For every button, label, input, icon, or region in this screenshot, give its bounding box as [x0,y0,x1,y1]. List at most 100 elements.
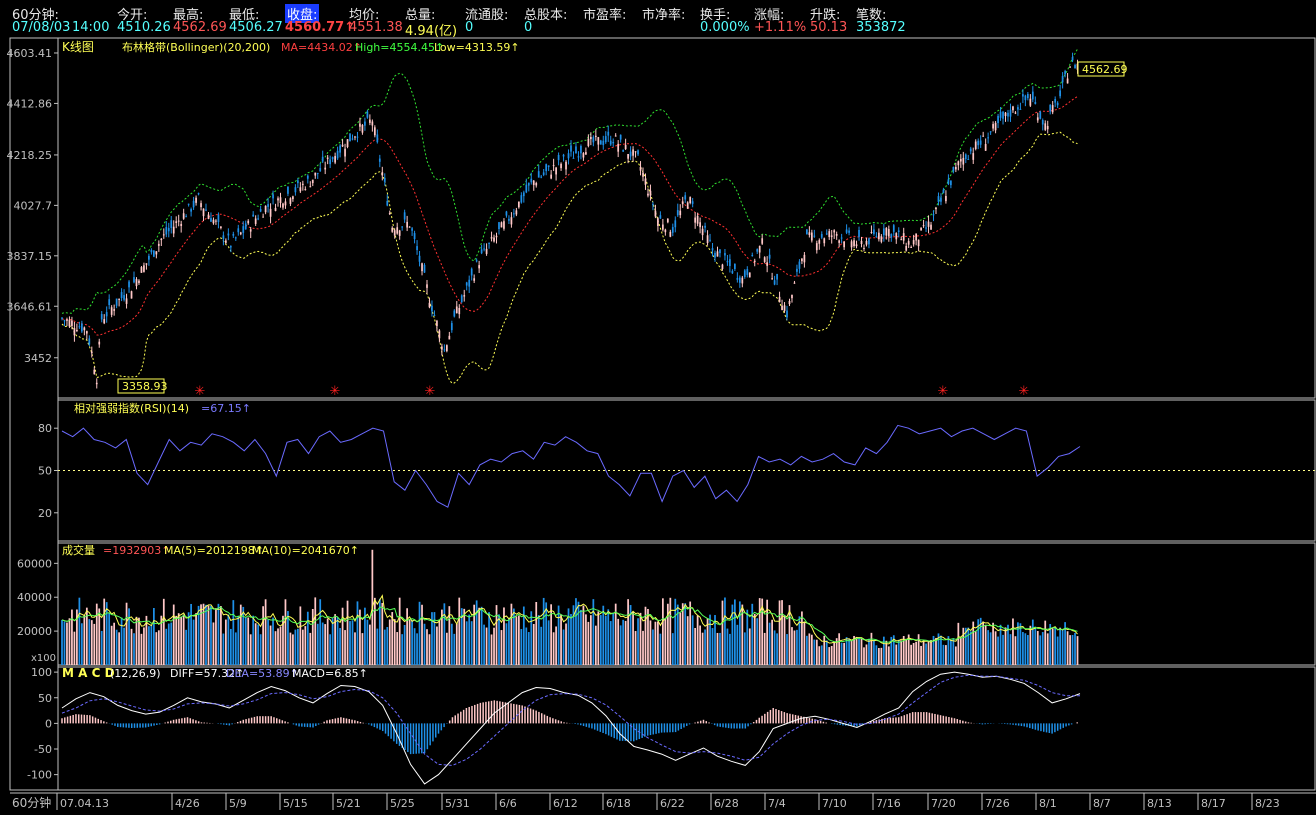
macd-tick-label-3: -50 [34,743,52,756]
volume-bar [262,606,264,665]
candle-body [815,243,818,251]
candle-body [937,196,940,202]
candle-body [900,239,903,241]
volume-bar [704,629,706,665]
date-label-18: 8/7 [1093,797,1111,810]
candle-body [319,168,322,172]
candle-body [1014,112,1017,114]
volume-bar [649,620,652,665]
candle-body [326,157,329,159]
volume-bar [664,618,667,665]
volume-bar [719,632,721,665]
candle-body [741,277,744,284]
bollinger-bands [61,48,1078,384]
candle-body [190,209,192,212]
volume-bar [289,632,292,665]
volume-bar [225,619,227,665]
candle-body [540,176,543,178]
volume-bar [488,612,490,665]
volume-bar [138,617,140,665]
volume-bar [997,636,999,665]
volume-bar [674,598,677,665]
candle-body [1059,90,1062,97]
volume-bar [143,627,145,665]
candle-body [215,220,217,222]
volume-bar [652,629,654,665]
volume-bar [773,630,776,665]
candle-body [604,136,607,143]
candle-body [823,238,826,244]
signal-marker-0: ✳ [195,384,206,399]
candle-body [666,218,669,223]
candle-body [969,148,972,152]
volume-bar [987,630,990,665]
candle-body [428,302,431,308]
candle-body [465,282,468,286]
candle-body [413,233,416,240]
candle-body [1036,117,1039,121]
candle-body [237,228,240,233]
volume-bar [167,623,170,665]
date-label-9: 6/18 [606,797,631,810]
volume-bar [157,630,160,665]
chart-canvas[interactable]: 80 50 20 60000 40000 20000 100 50 0 -50 -100 460… [0,0,1316,815]
candle-body [398,230,401,236]
volume-bar [373,597,376,665]
volume-bar [95,603,98,665]
candle-body [1024,95,1027,101]
volume-bar [557,605,560,665]
panel-frame-price [57,37,1316,399]
candle-body [468,279,471,287]
volume-bar [721,600,724,665]
macd-tick-label-2: 0 [45,717,52,730]
candle-body [329,159,332,165]
volume-bar [510,603,513,665]
volume-bar [349,621,351,665]
volume-bar [1007,624,1009,665]
candle-body [207,214,210,219]
volume-bar [133,633,135,665]
candle-body [801,258,803,262]
candle-body [267,204,269,207]
volume-bar [781,600,783,665]
candle-body [133,277,135,283]
candle-body [210,218,212,222]
volume-bar [609,621,612,665]
candle-body [661,224,664,230]
candle-body [773,280,776,285]
volume-bar [868,638,870,665]
candle-body [848,230,850,233]
candle-body [756,249,759,252]
candle-body [438,330,441,339]
volume-panel: 60000 40000 20000 [17,549,1079,665]
candle-body [820,234,823,238]
volume-bar [840,642,843,665]
candle-body [66,319,68,321]
volume-bar [386,627,389,665]
volume-bar [818,646,821,665]
candle-body [1009,109,1012,117]
candle-body [344,148,346,157]
candle-body [269,208,272,217]
volume-bar [736,624,739,665]
volume-bar [589,615,592,665]
candle-body [500,222,503,228]
candle-body [1056,102,1059,106]
volume-bar [959,637,962,665]
candle-body [1061,76,1064,83]
candle-body [505,211,508,216]
volume-bar [875,645,878,665]
volume-bar [1036,631,1039,665]
candle-body [684,195,687,200]
candle-body [644,178,647,185]
candle-body [170,220,173,228]
volume-bar [885,640,888,665]
candle-body [721,264,724,270]
candle-body [950,180,952,186]
volume-bar [88,619,91,665]
candle-body [614,135,617,137]
volume-bar [527,632,530,665]
candle-body [838,240,841,243]
volume-bar [309,632,312,665]
candle-body [103,319,106,324]
